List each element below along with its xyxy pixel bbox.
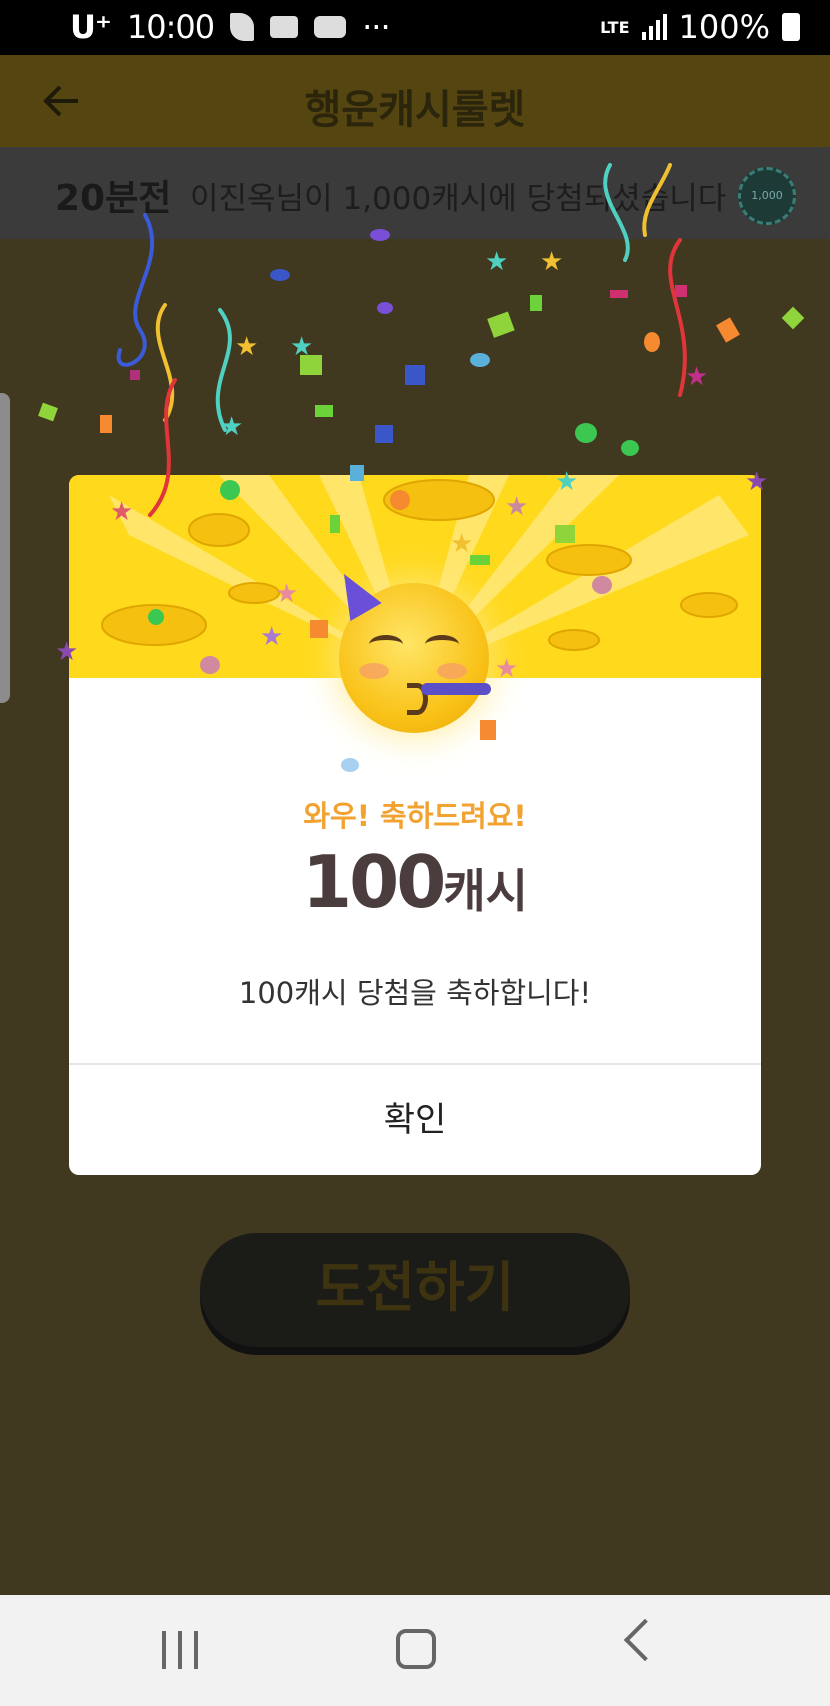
status-bar: U⁺ 10:00 ··· LTE 100%	[0, 0, 830, 55]
coin-badge-value: 1,000	[751, 189, 783, 202]
feather-icon	[230, 13, 255, 41]
prize-message: 100캐시 당첨을 축하합니다!	[238, 976, 592, 1010]
congrats-heading: 와우! 축하드려요!	[303, 799, 527, 833]
recent-apps-icon[interactable]	[162, 1631, 202, 1669]
confirm-button[interactable]: 확인	[69, 1065, 761, 1175]
prize-number: 100	[302, 840, 446, 924]
prize-dialog: 와우! 축하드려요! 100캐시 100캐시 당첨을 축하합니다! 확인	[69, 475, 761, 1175]
ticker-message: 이진옥님이 1,000캐시에 당첨되셨습니다	[190, 181, 727, 217]
battery-icon	[782, 13, 800, 41]
signal-icon	[641, 14, 667, 40]
system-nav-bar	[0, 1595, 830, 1706]
carrier-label: U⁺	[70, 8, 112, 46]
home-icon[interactable]	[396, 1629, 436, 1669]
app-header: 행운캐시룰렛	[0, 55, 830, 147]
challenge-button-label: 도전하기	[315, 1256, 515, 1319]
ticker-time-ago: 20분전	[55, 178, 172, 219]
page-title: 행운캐시룰렛	[304, 87, 526, 133]
youtube-icon	[314, 16, 347, 38]
back-icon[interactable]	[623, 1618, 667, 1662]
more-notifications-icon: ···	[362, 8, 390, 46]
partying-face-icon	[328, 564, 491, 733]
status-time: 10:00	[126, 8, 215, 46]
prize-amount: 100캐시	[69, 840, 761, 924]
battery-percent: 100%	[678, 8, 770, 46]
edge-panel-handle[interactable]	[0, 393, 10, 703]
winner-ticker: 20분전 이진옥님이 1,000캐시에 당첨되셨습니다 1,000	[0, 147, 830, 239]
coin-badge: 1,000	[738, 167, 796, 225]
challenge-button[interactable]: 도전하기	[200, 1233, 630, 1347]
prize-unit: 캐시	[443, 864, 528, 918]
chat-icon	[270, 16, 299, 38]
network-type: LTE	[600, 17, 630, 37]
